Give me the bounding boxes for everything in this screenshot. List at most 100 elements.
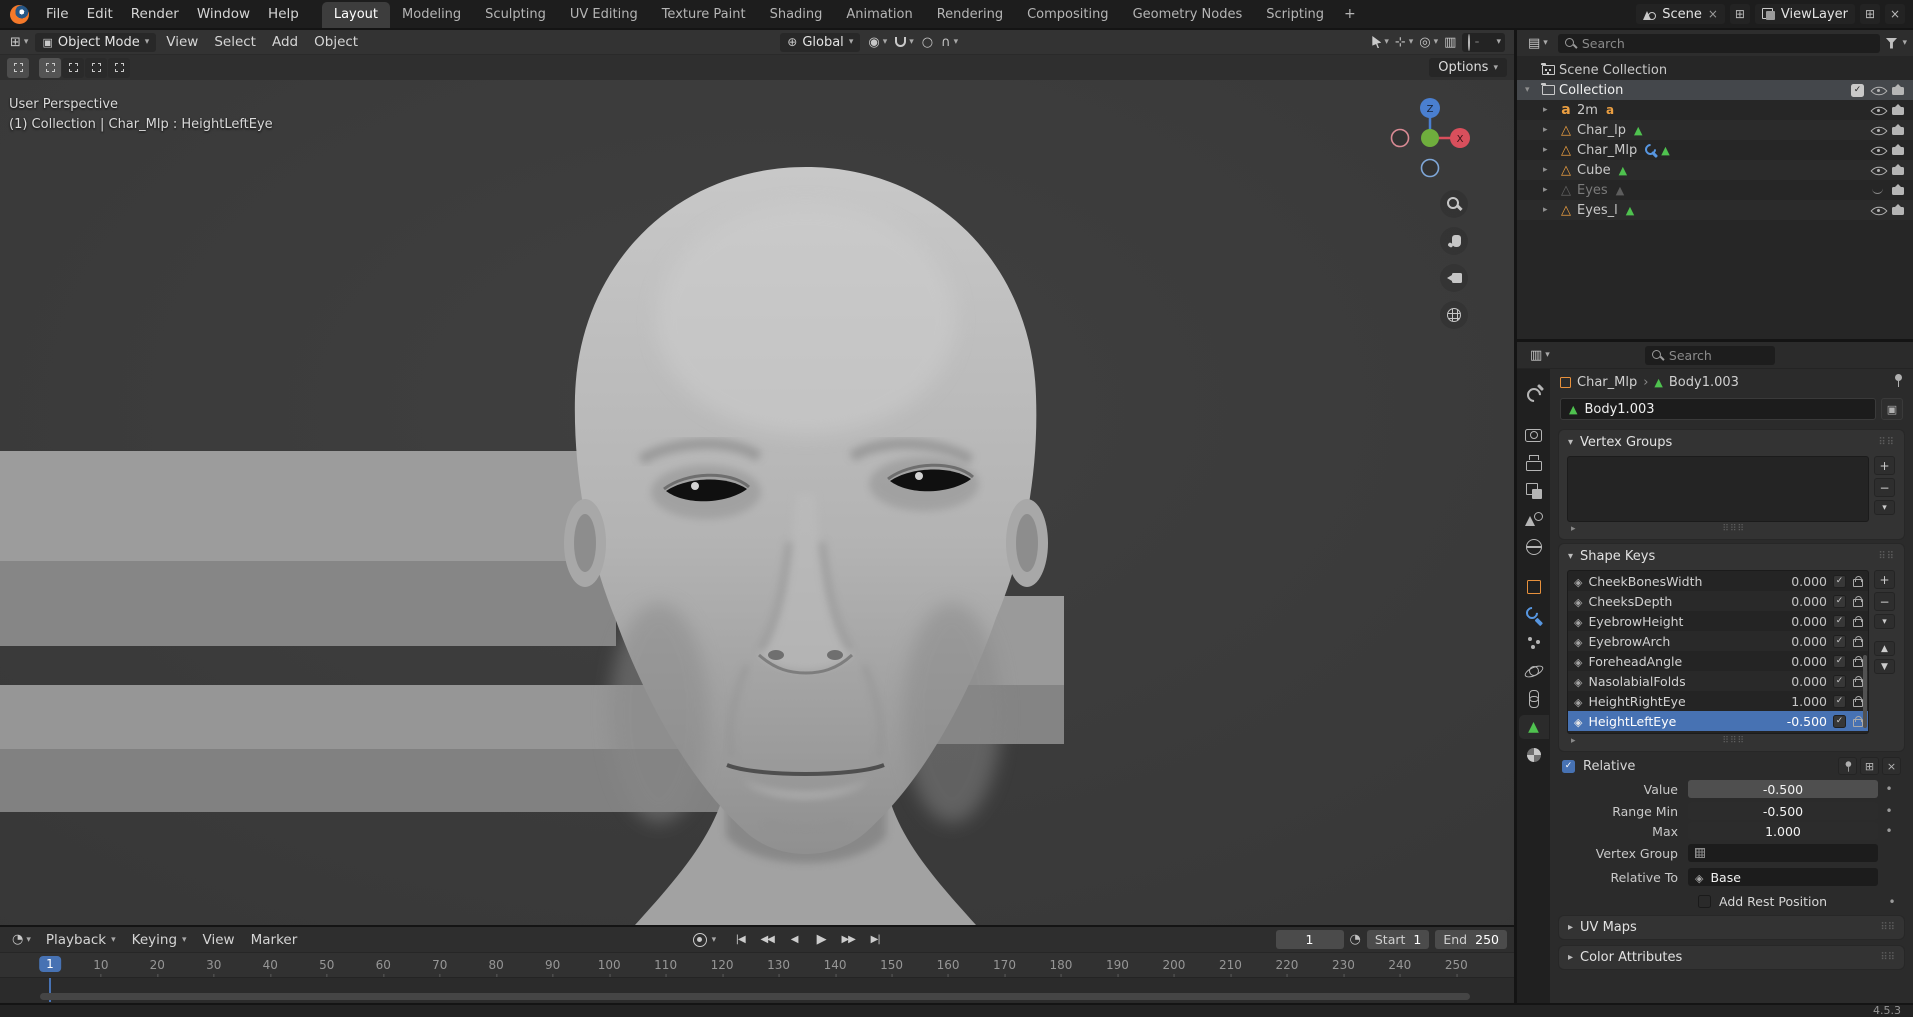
expand-arrow[interactable]: ▸ [1543, 145, 1557, 155]
remove-viewlayer-button[interactable]: × [1885, 4, 1905, 24]
timeline-menu-item[interactable]: Playback ▾ [38, 929, 124, 951]
shading-rendered-button[interactable] [1489, 41, 1493, 43]
properties-tab[interactable] [1519, 687, 1549, 711]
play-reverse-icon[interactable]: ◀ [781, 930, 807, 949]
proportional-editing-toggle[interactable]: ○ [922, 35, 933, 50]
outliner-row[interactable]: ▸ Char_lp ✓ [1517, 120, 1913, 140]
mode-select[interactable]: ▣ Object Mode ▾ [35, 32, 157, 52]
workspace-tab[interactable]: Geometry Nodes [1121, 2, 1255, 28]
timeline-menu-item[interactable]: View▾ [195, 929, 243, 951]
eye-icon[interactable] [1872, 204, 1884, 216]
uv-maps-panel-header[interactable]: ▸ UV Maps ⠿⠿ [1559, 916, 1904, 939]
navigation-gizmo[interactable]: Z X [1386, 94, 1474, 182]
gizmos-toggle[interactable]: ⊹ ▾ [1395, 35, 1413, 50]
eye-closed-icon[interactable] [1872, 186, 1884, 194]
datablock-name-field[interactable]: ▲ Body1.003 [1560, 398, 1876, 420]
shape-key-mute-checkbox[interactable]: ✓ [1833, 714, 1846, 728]
camera-view-button[interactable] [1440, 264, 1468, 292]
shape-key-row[interactable]: ForeheadAngle 0.000 ✓ [1568, 651, 1868, 671]
preview-range-icon[interactable]: ◔ [1350, 932, 1361, 947]
eye-icon[interactable] [1872, 104, 1884, 116]
color-attributes-panel-header[interactable]: ▸ Color Attributes ⠿⠿ [1559, 946, 1904, 969]
eye-icon[interactable] [1872, 124, 1884, 136]
workspace-tab[interactable]: UV Editing [558, 2, 650, 28]
editor-type-button[interactable]: ▥ ▾ [1525, 348, 1555, 363]
camera-icon[interactable] [1892, 143, 1905, 155]
overlays-toggle[interactable]: ◎ ▾ [1419, 35, 1438, 50]
scene-selector[interactable]: Scene × [1636, 4, 1725, 24]
lock-icon[interactable] [1852, 575, 1863, 587]
chevron-down-icon[interactable]: ▾ [1902, 38, 1907, 48]
shape-key-value-slider[interactable]: -0.500 [1688, 780, 1878, 798]
workspace-tab[interactable]: Shading [758, 2, 835, 28]
camera-icon[interactable] [1892, 123, 1905, 135]
xray-toggle[interactable]: ▥ [1444, 35, 1456, 50]
panel-grip-icon[interactable]: ⠿⠿ [1878, 551, 1895, 562]
active-tool-select-box[interactable] [7, 57, 29, 78]
viewport-menu-item[interactable]: Add [264, 31, 306, 53]
new-scene-button[interactable]: ⊞ [1729, 4, 1750, 24]
viewport-menu-item[interactable]: View [158, 31, 206, 53]
pivot-point-select[interactable]: ◉ ▾ [868, 35, 887, 50]
unlink-scene-icon[interactable]: × [1708, 7, 1718, 21]
select-mode-extend[interactable] [62, 57, 84, 78]
shape-key-mute-checkbox[interactable]: ✓ [1833, 574, 1846, 588]
menu-item[interactable]: Render [122, 2, 188, 26]
perspective-toggle-button[interactable] [1440, 301, 1468, 329]
current-frame-field[interactable]: 1 [1275, 930, 1344, 949]
expand-arrow[interactable]: ▸ [1543, 125, 1557, 135]
properties-tab[interactable] [1519, 659, 1549, 683]
jump-to-end-icon[interactable]: ▶| [862, 930, 888, 949]
shape-key-row[interactable]: CheekBonesWidth 0.000 ✓ [1568, 571, 1868, 591]
lock-icon[interactable] [1852, 715, 1863, 727]
start-frame-field[interactable]: Start 1 [1366, 930, 1430, 949]
auto-keying-toggle[interactable] [692, 932, 707, 947]
select-mode-subtract[interactable] [85, 57, 107, 78]
shape-key-value[interactable]: 0.000 [1769, 674, 1827, 689]
menu-item[interactable]: Help [259, 2, 308, 26]
workspace-tab[interactable]: Sculpting [473, 2, 558, 28]
show-only-shape-key-button[interactable] [1838, 757, 1857, 775]
shape-key-row[interactable]: CheeksDepth 0.000 ✓ [1568, 591, 1868, 611]
shape-key-value[interactable]: 0.000 [1769, 614, 1827, 629]
shape-key-value[interactable]: 0.000 [1769, 634, 1827, 649]
outliner-row[interactable]: ▸ Eyes ✓ [1517, 180, 1913, 200]
shape-key-mute-checkbox[interactable]: ✓ [1833, 654, 1846, 668]
zoom-button[interactable] [1440, 190, 1468, 218]
expand-arrow[interactable]: ▸ [1543, 185, 1557, 195]
add-shape-key-button[interactable]: + [1874, 570, 1895, 589]
properties-tab[interactable] [1519, 423, 1549, 447]
range-min-field[interactable]: -0.500 [1688, 802, 1878, 820]
shape-key-row[interactable]: EyebrowHeight 0.000 ✓ [1568, 611, 1868, 631]
lock-icon[interactable] [1852, 695, 1863, 707]
lock-icon[interactable] [1852, 675, 1863, 687]
properties-tab[interactable] [1519, 575, 1549, 599]
panel-grip-icon[interactable]: ⠿⠿ [1878, 437, 1895, 448]
timeline-track-area[interactable] [0, 978, 1514, 1002]
snap-toggle[interactable]: ▾ [895, 37, 914, 47]
expand-arrow[interactable]: ▸ [1543, 105, 1557, 115]
lock-icon[interactable] [1852, 595, 1863, 607]
outliner-row[interactable]: ▸ 2m ✓ [1517, 100, 1913, 120]
next-keyframe-icon[interactable]: ▶▶ [835, 930, 861, 949]
jump-to-start-icon[interactable]: |◀ [727, 930, 753, 949]
properties-tab[interactable] [1519, 507, 1549, 531]
range-max-field[interactable]: 1.000 [1688, 822, 1878, 840]
editor-type-button[interactable]: ▤ ▾ [1523, 36, 1553, 51]
shape-key-value[interactable]: 0.000 [1769, 574, 1827, 589]
fake-user-button[interactable]: ▣ [1881, 398, 1903, 420]
select-mode-intersect[interactable] [108, 57, 130, 78]
list-resize-grip[interactable]: ⠿⠿⠿ [1722, 524, 1745, 534]
outliner-search[interactable]: Search [1557, 33, 1881, 53]
menu-item[interactable]: Window [188, 2, 259, 26]
lock-icon[interactable] [1852, 615, 1863, 627]
filter-icon[interactable] [1885, 37, 1898, 49]
workspace-tab[interactable]: Compositing [1015, 2, 1121, 28]
vertex-groups-list[interactable] [1567, 456, 1869, 522]
relative-checkbox[interactable]: ✓ [1562, 759, 1575, 773]
properties-tab[interactable] [1519, 743, 1549, 767]
gizmo-x-label[interactable]: X [1457, 134, 1464, 145]
properties-tab[interactable] [1519, 603, 1549, 627]
shape-key-value[interactable]: 0.000 [1769, 654, 1827, 669]
eye-icon[interactable] [1872, 164, 1884, 176]
